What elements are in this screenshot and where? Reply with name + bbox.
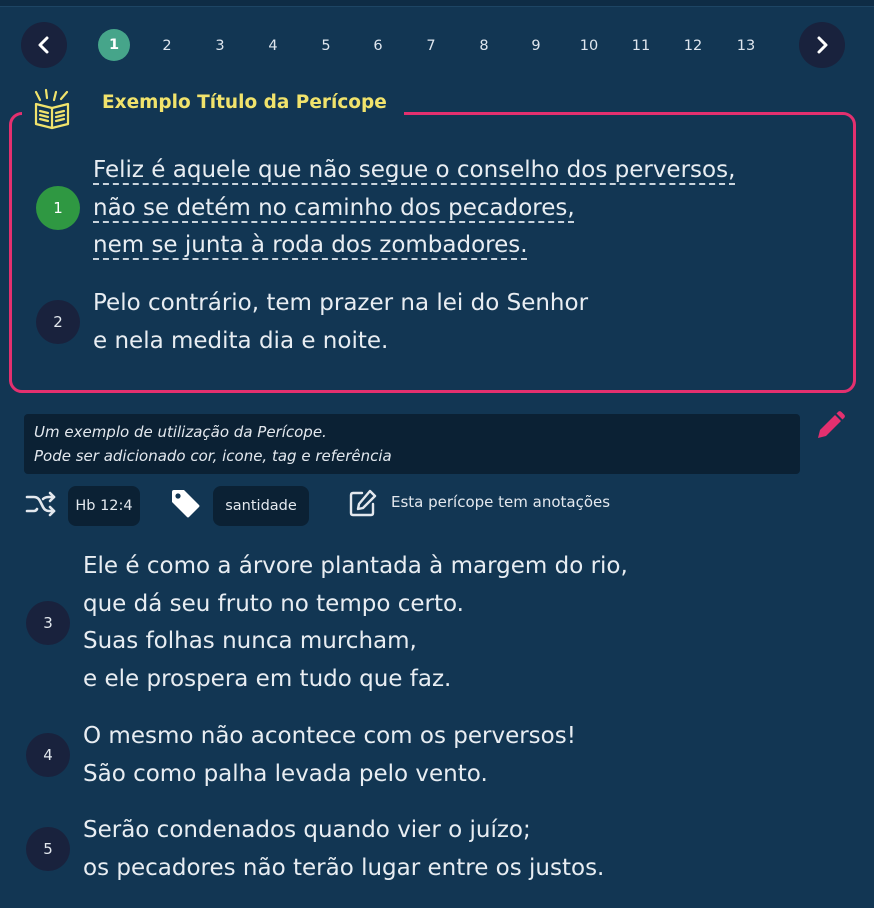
verse-number-3[interactable]: 3 [26,601,70,645]
page-11[interactable]: 11 [625,31,657,61]
edit-note-icon[interactable] [348,488,378,518]
pericope-title: Exemplo Título da Perícope [102,92,387,113]
top-border [0,0,874,7]
verse-3-line-3: Suas folhas nunca murcham, [83,628,417,654]
pericope-note: Um exemplo de utilização da Perícope. Po… [24,414,800,474]
verse-5-line-2: os pecadores não terão lugar entre os ju… [83,855,605,881]
verse-5-line-1: Serão condenados quando vier o juízo; [83,817,531,843]
verse-number-4[interactable]: 4 [26,733,70,777]
cross-reference-icon[interactable] [24,488,58,520]
reference-label: Hb 12:4 [75,498,133,514]
page-2[interactable]: 2 [151,31,183,61]
verse-number-5[interactable]: 5 [26,827,70,871]
page-12[interactable]: 12 [677,31,709,61]
page-5[interactable]: 5 [310,31,342,61]
chevron-left-icon [38,36,49,54]
verse-1-line-2: não se detém no caminho dos pecadores, [93,195,575,221]
verse-1-line-3: nem se junta à roda dos zombadores. [93,232,528,258]
note-line-1: Um exemplo de utilização da Perícope. [34,423,327,441]
verse-2[interactable]: Pelo contrário, tem prazer na lei do Sen… [93,286,833,366]
verse-3-line-1: Ele é como a árvore plantada à margem do… [83,553,628,579]
page-4[interactable]: 4 [257,31,289,61]
verse-3[interactable]: Ele é como a árvore plantada à margem do… [83,549,843,699]
page-8[interactable]: 8 [468,31,500,61]
verse-3-line-4: e ele prospera em tudo que faz. [83,666,452,692]
note-line-2: Pode ser adicionado cor, icone, tag e re… [34,447,392,465]
verse-1[interactable]: Feliz é aquele que não segue o conselho … [93,153,833,273]
verse-3-line-2: que dá seu fruto no tempo certo. [83,591,464,617]
chevron-right-icon [817,36,828,54]
page-13[interactable]: 13 [730,31,762,61]
page-10[interactable]: 10 [573,31,605,61]
next-chapter-button[interactable] [799,22,845,68]
verse-number-2[interactable]: 2 [36,300,80,344]
tag-icon[interactable] [170,488,202,518]
reference-chip[interactable]: Hb 12:4 [68,486,140,526]
page-3[interactable]: 3 [204,31,236,61]
verse-number-1[interactable]: 1 [36,186,80,230]
scroll-icon [34,88,70,130]
tag-label: santidade [225,498,297,514]
verse-5[interactable]: Serão condenados quando vier o juízo; os… [83,813,843,893]
page-1[interactable]: 1 [98,29,130,61]
page-7[interactable]: 7 [415,31,447,61]
page-6[interactable]: 6 [362,31,394,61]
pencil-icon[interactable] [814,410,846,442]
verse-4-line-2: São como palha levada pelo vento. [83,761,488,787]
annotation-notice[interactable]: Esta perícope tem anotações [391,493,610,511]
verse-2-line-1: Pelo contrário, tem prazer na lei do Sen… [93,290,589,316]
pericope-header[interactable]: Exemplo Título da Perícope [22,82,404,134]
page-9[interactable]: 9 [520,31,552,61]
verse-2-line-2: e nela medita dia e noite. [93,328,389,354]
verse-4[interactable]: O mesmo não acontece com os perversos! S… [83,719,843,799]
prev-chapter-button[interactable] [21,22,67,68]
verse-1-line-1: Feliz é aquele que não segue o conselho … [93,157,736,183]
verse-4-line-1: O mesmo não acontece com os perversos! [83,723,576,749]
tag-chip[interactable]: santidade [213,486,309,526]
